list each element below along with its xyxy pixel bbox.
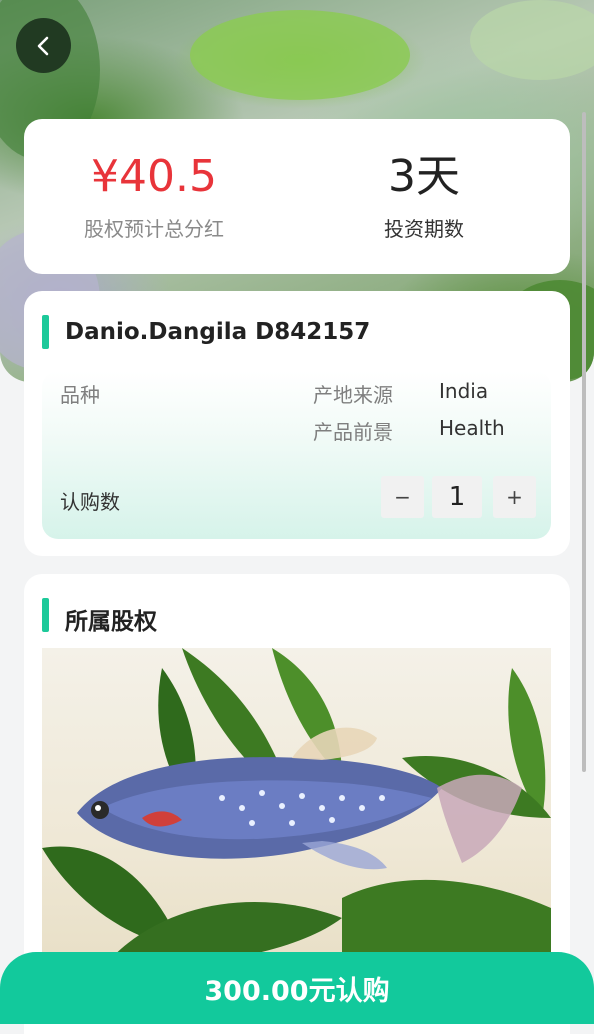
- period-stat: 3天 投资期数: [294, 147, 554, 242]
- decrement-button[interactable]: −: [381, 476, 424, 518]
- chevron-left-icon: [37, 36, 48, 55]
- outlook-value: Health: [439, 416, 505, 440]
- buy-button[interactable]: 300.00元认购: [0, 952, 594, 1024]
- product-card: Danio.Dangila D842157 品种 产地来源 India 产品前景…: [24, 291, 570, 556]
- origin-value: India: [439, 379, 489, 403]
- dividend-stat: ¥40.5 股权预计总分红: [24, 147, 284, 242]
- accent-bar: [42, 315, 49, 349]
- equity-title: 所属股权: [65, 609, 157, 635]
- back-button[interactable]: [16, 18, 71, 73]
- fish-illustration: [42, 648, 551, 968]
- period-value: 3天: [388, 151, 460, 202]
- dividend-value: ¥40.5: [91, 151, 217, 202]
- summary-card: ¥40.5 股权预计总分红 3天 投资期数: [24, 119, 570, 274]
- fish-photo: [42, 648, 551, 968]
- period-label: 投资期数: [384, 217, 464, 241]
- dividend-label: 股权预计总分红: [84, 217, 224, 241]
- species-label: 品种: [60, 383, 100, 407]
- quantity-label: 认购数: [60, 490, 120, 514]
- scrollbar[interactable]: [582, 112, 586, 772]
- origin-label: 产地来源: [313, 383, 393, 407]
- product-title: Danio.Dangila D842157: [65, 319, 371, 345]
- product-details: 品种 产地来源 India 产品前景 Health 认购数 − 1 +: [42, 371, 551, 539]
- outlook-label: 产品前景: [313, 420, 393, 444]
- accent-bar: [42, 598, 49, 632]
- increment-button[interactable]: +: [493, 476, 536, 518]
- quantity-input[interactable]: 1: [432, 476, 482, 518]
